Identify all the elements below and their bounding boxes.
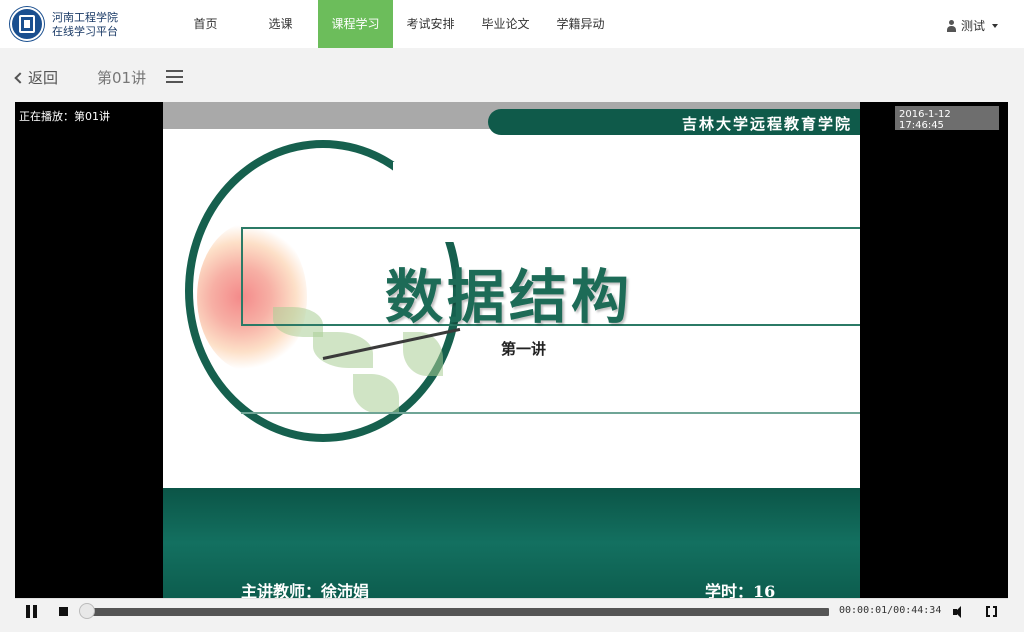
school-logo-icon[interactable] <box>10 7 44 41</box>
flower-image <box>197 222 307 372</box>
menu-icon[interactable] <box>166 70 183 83</box>
title-frame-line <box>241 412 860 414</box>
progress-knob[interactable] <box>79 603 95 619</box>
stop-icon[interactable] <box>59 607 68 616</box>
lecture-title: 第01讲 <box>97 69 147 87</box>
now-playing-label: 正在播放：第01讲 <box>19 110 110 123</box>
title-frame-line <box>241 227 860 229</box>
main-nav: 首页 选课 课程学习 考试安排 毕业论文 学籍异动 <box>168 0 618 48</box>
school-name-line2: 在线学习平台 <box>52 25 118 38</box>
school-name[interactable]: 河南工程学院 在线学习平台 <box>52 11 118 39</box>
video-player[interactable]: 吉林大学远程教育学院 数据结构 第一讲 主讲教师：徐沛娟 学时：16 正在播放：… <box>15 102 1008 601</box>
nav-home[interactable]: 首页 <box>168 0 243 48</box>
video-timestamp: 2016-1-12 17:46:45 <box>895 106 999 131</box>
slide-title: 数据结构 <box>385 263 634 331</box>
user-menu[interactable]: 测试 <box>946 17 998 34</box>
volume-icon[interactable] <box>953 606 965 618</box>
pause-icon[interactable] <box>26 605 37 618</box>
caret-down-icon <box>992 23 998 28</box>
slide-header-text: 吉林大学远程教育学院 <box>681 115 852 133</box>
progress-bar[interactable] <box>81 608 829 616</box>
lecture-toolbar: 返回 第01讲 <box>0 48 1024 102</box>
user-icon <box>946 19 957 32</box>
nav-course-study[interactable]: 课程学习 <box>318 0 393 48</box>
school-name-line1: 河南工程学院 <box>52 11 118 24</box>
nav-exam-schedule[interactable]: 考试安排 <box>393 0 468 48</box>
back-button[interactable]: 返回 <box>14 67 59 88</box>
slide-header-banner: 吉林大学远程教育学院 <box>488 109 860 135</box>
nav-thesis[interactable]: 毕业论文 <box>468 0 543 48</box>
top-header: 河南工程学院 在线学习平台 首页 选课 课程学习 考试安排 毕业论文 学籍异动 … <box>0 0 1024 48</box>
player-controls: 00:00:01/00:44:34 <box>15 598 1008 624</box>
ring-mask <box>393 162 483 242</box>
back-label: 返回 <box>28 69 59 87</box>
title-frame-line <box>241 229 243 325</box>
nav-course-selection[interactable]: 选课 <box>243 0 318 48</box>
video-frame: 吉林大学远程教育学院 数据结构 第一讲 <box>163 102 860 598</box>
slide-subtitle: 第一讲 <box>501 340 547 358</box>
user-name: 测试 <box>960 19 985 33</box>
chevron-left-icon <box>14 72 26 84</box>
nav-status-change[interactable]: 学籍异动 <box>543 0 618 48</box>
fullscreen-icon[interactable] <box>986 606 997 617</box>
time-readout: 00:00:01/00:44:34 <box>839 605 942 616</box>
